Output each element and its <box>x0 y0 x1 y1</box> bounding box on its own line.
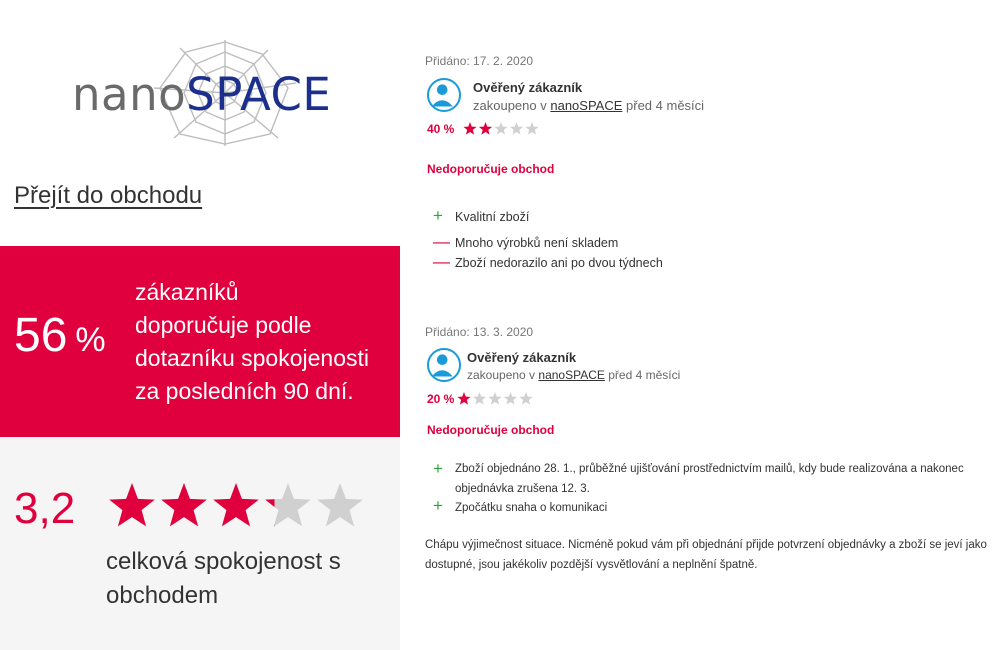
star-empty-icon <box>509 122 524 135</box>
star-empty-icon <box>525 122 539 135</box>
purchased-suffix: před 4 měsíci <box>608 368 681 382</box>
logo-wordmark: nanoSPACE <box>72 68 331 121</box>
star-empty-icon <box>519 392 533 405</box>
review-stars <box>463 122 539 135</box>
user-avatar-icon <box>427 78 461 112</box>
review-purchased: zakoupeno v nanoSPACE před 4 měsíci <box>473 98 704 113</box>
recommendation-line-1: zákazníků <box>135 279 239 305</box>
review-card: Přidáno: 17. 2. 2020 Ověřený zákazník za… <box>425 54 995 271</box>
review-rating-percent: 40 % <box>427 122 455 136</box>
recommendation-line-2: doporučuje podle <box>135 312 312 338</box>
review-comment: Chápu výjimečnost situace. Nicméně pokud… <box>425 539 987 571</box>
star-filled-icon <box>213 483 259 527</box>
star-half-icon <box>265 483 311 527</box>
review-verdict: Nedoporučuje obchod <box>427 162 555 176</box>
review-rating-percent: 20 % <box>427 392 455 406</box>
star-filled-icon <box>161 483 207 527</box>
review-author-row: Ověřený zákazník zakoupeno v nanoSPACE p… <box>425 78 995 118</box>
review-card: Přidáno: 13. 3. 2020 Ověřený zákazník za… <box>425 325 995 571</box>
review-rating: 20 % <box>425 392 995 408</box>
review-con-item: — Zboží nedorazilo ani po dvou týdnech <box>433 252 663 273</box>
review-pro-item: + Zpočátku snaha o komunikaci <box>433 496 607 518</box>
review-date: Přidáno: 13. 3. 2020 <box>425 325 534 339</box>
review-date: Přidáno: 17. 2. 2020 <box>425 54 534 68</box>
satisfaction-line-2: obchodem <box>106 582 219 609</box>
review-rating: 40 % <box>425 122 995 138</box>
minus-icon: — <box>433 252 450 271</box>
recommendation-box: 56% zákazníků doporučuje podle dotazníku… <box>0 246 400 437</box>
goto-shop-link[interactable]: Přejít do obchodu <box>14 182 202 210</box>
review-author-row: Ověřený zákazník zakoupeno v nanoSPACE p… <box>425 348 995 388</box>
review-author: Ověřený zákazník <box>467 350 577 365</box>
recommendation-line-3: dotazníku spokojenosti <box>135 345 369 371</box>
user-avatar-icon <box>427 348 461 382</box>
pro-text: Kvalitní zboží <box>455 210 530 224</box>
recommendation-percent: 56% <box>14 312 106 360</box>
review-verdict: Nedoporučuje obchod <box>427 423 555 437</box>
star-empty-icon <box>494 122 508 135</box>
review-pro-item: + Kvalitní zboží <box>433 206 529 227</box>
purchased-prefix: zakoupeno v <box>473 98 547 113</box>
satisfaction-text: celková spokojenost s obchodem <box>106 545 341 613</box>
recommendation-text: zákazníků doporučuje podle dotazníku spo… <box>135 276 369 408</box>
shop-summary-panel: nanoSPACE Přejít do obchodu 56% zákazník… <box>0 0 400 650</box>
review-shop-link[interactable]: nanoSPACE <box>550 98 622 113</box>
recommendation-percent-value: 56 <box>14 309 68 362</box>
purchased-prefix: zakoupeno v <box>467 368 536 382</box>
satisfaction-stars <box>109 483 363 527</box>
con-text: Zboží nedorazilo ani po dvou týdnech <box>455 256 663 270</box>
logo-space: SPACE <box>186 68 332 121</box>
review-stars <box>457 392 533 405</box>
review-con-item: — Mnoho výrobků není skladem <box>433 232 618 253</box>
purchased-suffix: před 4 měsíci <box>626 98 705 113</box>
star-filled-icon <box>109 483 155 527</box>
star-empty-icon <box>472 392 487 405</box>
minus-icon: — <box>433 232 450 251</box>
pro-text: Zboží objednáno 28. 1., průběžné ujišťov… <box>455 463 964 495</box>
star-filled-icon <box>478 122 493 135</box>
shop-logo: nanoSPACE <box>70 38 350 148</box>
review-author: Ověřený zákazník <box>473 80 583 95</box>
satisfaction-line-1: celková spokojenost s <box>106 548 341 575</box>
review-pro-item: + Zboží objednáno 28. 1., průběžné ujišťo… <box>433 459 993 499</box>
review-shop-link[interactable]: nanoSPACE <box>538 368 605 382</box>
star-filled-icon <box>457 392 471 405</box>
satisfaction-box: 3,2 celková spokojenost s obchodem <box>0 437 400 650</box>
plus-icon: + <box>433 459 443 478</box>
star-empty-icon <box>503 392 518 405</box>
logo-nano: nano <box>72 68 187 121</box>
star-filled-icon <box>463 122 477 135</box>
review-purchased: zakoupeno v nanoSPACE před 4 měsíci <box>467 368 680 382</box>
recommendation-line-4: za posledních 90 dní. <box>135 378 354 404</box>
plus-icon: + <box>433 496 443 515</box>
pro-text: Zpočátku snaha o komunikaci <box>455 502 608 514</box>
star-empty-icon <box>317 483 363 527</box>
plus-icon: + <box>433 206 443 225</box>
recommendation-percent-sign: % <box>75 321 106 359</box>
satisfaction-score: 3,2 <box>14 484 76 533</box>
con-text: Mnoho výrobků není skladem <box>455 236 619 250</box>
star-empty-icon <box>488 392 502 405</box>
